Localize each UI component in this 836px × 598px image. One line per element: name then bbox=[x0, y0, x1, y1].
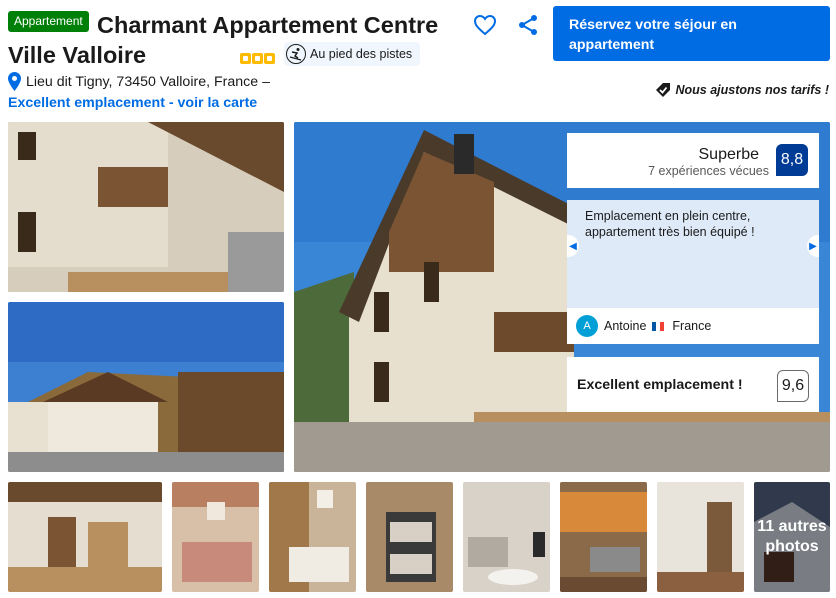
score-word: Superbe bbox=[698, 146, 760, 163]
gallery-photo[interactable] bbox=[8, 122, 284, 292]
more-photos-label: 11 autres photos bbox=[754, 482, 830, 592]
chevron-left-icon[interactable]: ◀ bbox=[567, 235, 579, 257]
share-icon[interactable] bbox=[517, 14, 539, 36]
view-map-link[interactable]: Excellent emplacement - voir la carte bbox=[8, 95, 257, 111]
gallery-thumb[interactable] bbox=[366, 482, 453, 592]
location-label: Excellent emplacement ! bbox=[577, 377, 743, 393]
star-icon bbox=[252, 53, 263, 64]
bedroom-photo bbox=[172, 482, 259, 592]
entrance-photo bbox=[8, 482, 162, 592]
reviewer-country: France bbox=[672, 319, 712, 333]
chalet-facade-photo bbox=[8, 122, 284, 292]
price-match-text: Nous ajustons nos tarifs ! bbox=[675, 83, 830, 97]
reviewer-info: A Antoine France bbox=[567, 308, 819, 344]
review-quote-card: Emplacement en plein centre, appartement… bbox=[567, 200, 819, 344]
france-flag-icon bbox=[652, 321, 665, 331]
avatar: A bbox=[576, 315, 598, 337]
star-icon bbox=[264, 53, 275, 64]
gallery-thumb[interactable] bbox=[269, 482, 356, 592]
ski-access-label: Au pied des pistes bbox=[310, 47, 413, 61]
review-count: 7 expériences vécues bbox=[648, 164, 769, 178]
hallway-photo bbox=[657, 482, 744, 592]
bedroom-photo bbox=[269, 482, 356, 592]
gallery-photo[interactable] bbox=[8, 302, 284, 472]
price-match-notice: Nous ajustons nos tarifs ! bbox=[655, 82, 830, 98]
gallery-thumb[interactable] bbox=[657, 482, 744, 592]
skier-icon bbox=[286, 44, 306, 64]
address-line: Lieu dit Tigny, 73450 Valloire, France – bbox=[8, 72, 270, 91]
village-street-photo bbox=[8, 302, 284, 472]
map-pin-icon bbox=[8, 72, 21, 91]
living-room-photo bbox=[463, 482, 550, 592]
bunk-bed-photo bbox=[366, 482, 453, 592]
heart-icon[interactable] bbox=[473, 14, 497, 36]
gallery-thumb[interactable] bbox=[8, 482, 162, 592]
ski-access-tag: Au pied des pistes bbox=[284, 42, 421, 66]
gallery-thumb[interactable] bbox=[560, 482, 647, 592]
reviewer-name: Antoine bbox=[604, 319, 647, 333]
reserve-button[interactable]: Réservez votre séjour en appartement bbox=[553, 6, 830, 61]
star-icon bbox=[240, 53, 251, 64]
address-text: Lieu dit Tigny, 73450 Valloire, France – bbox=[26, 73, 270, 90]
location-score-badge: 9,6 bbox=[777, 370, 809, 402]
gallery-thumb[interactable] bbox=[172, 482, 259, 592]
score-card[interactable]: Superbe 7 expériences vécues 8,8 bbox=[567, 133, 819, 188]
score-badge: 8,8 bbox=[776, 144, 808, 176]
tag-check-icon bbox=[655, 83, 670, 97]
gallery-thumb[interactable] bbox=[463, 482, 550, 592]
lounge-photo bbox=[560, 482, 647, 592]
chevron-right-icon[interactable]: ▶ bbox=[807, 235, 819, 257]
more-photos-thumb[interactable]: 11 autres photos bbox=[754, 482, 830, 592]
review-quote: Emplacement en plein centre, appartement… bbox=[585, 209, 755, 239]
location-score-card[interactable]: Excellent emplacement ! 9,6 bbox=[567, 357, 819, 412]
star-rating bbox=[240, 53, 275, 64]
